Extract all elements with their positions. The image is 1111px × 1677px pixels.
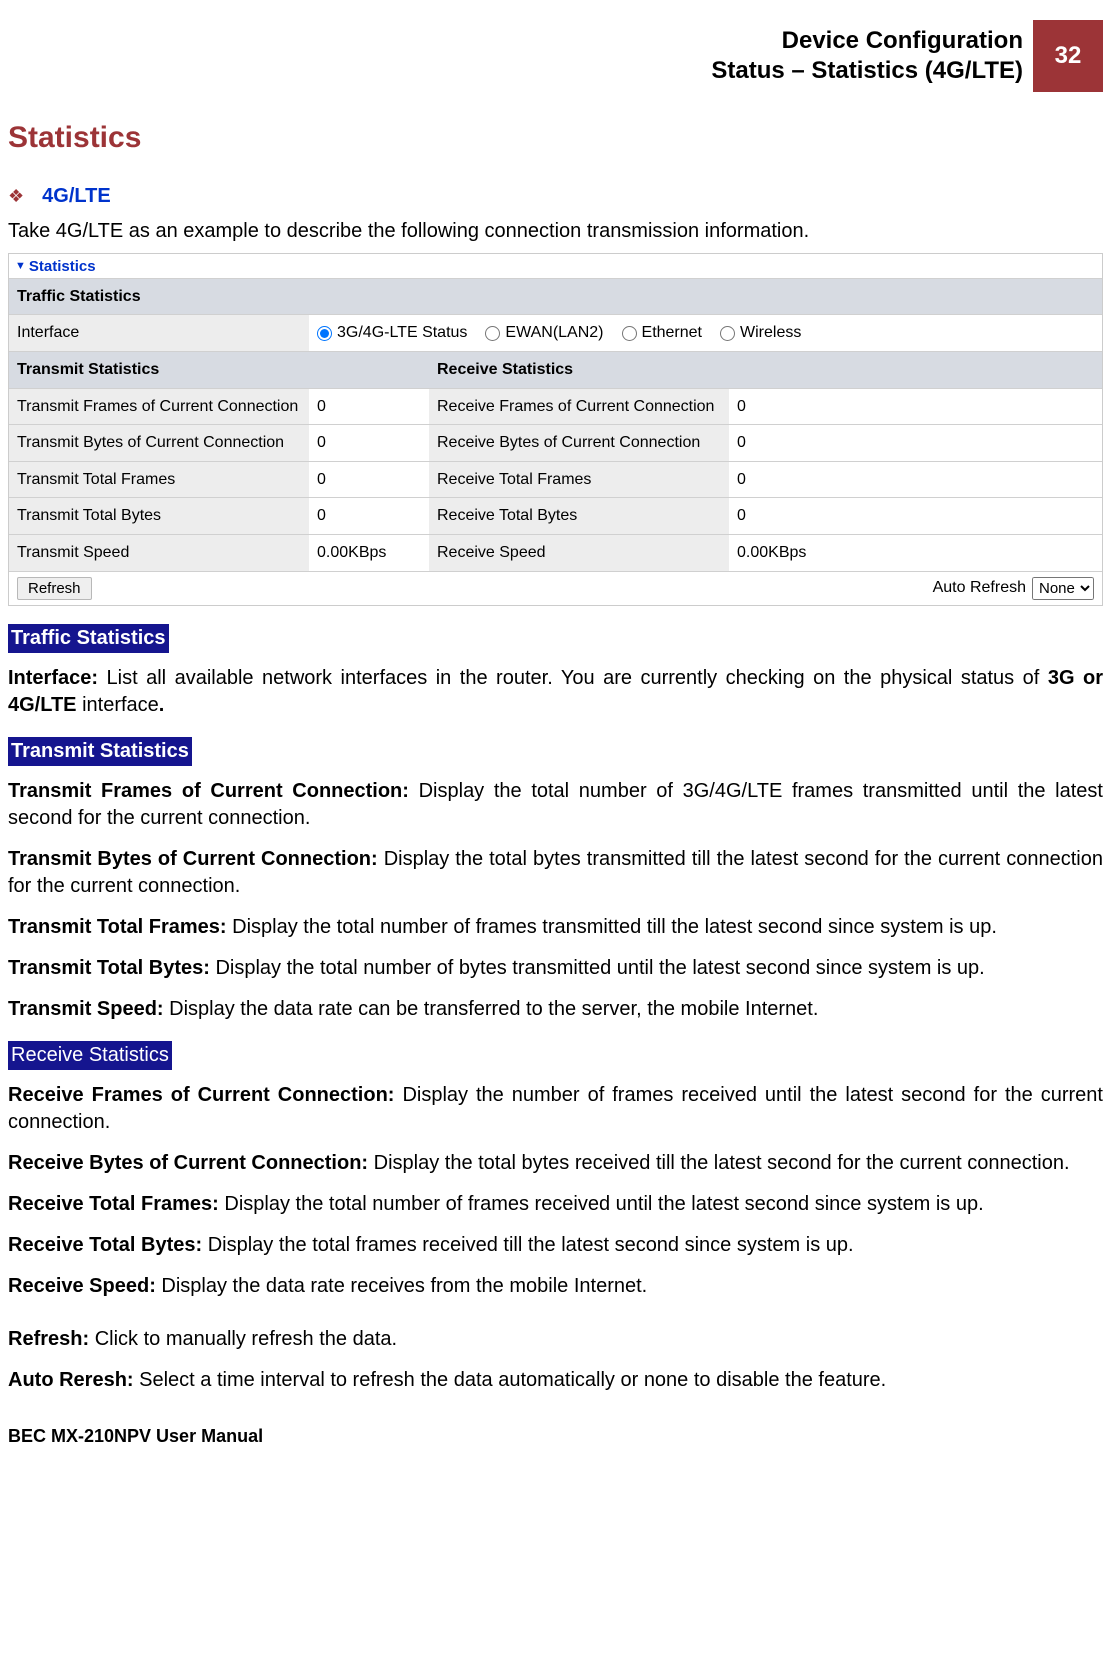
desc-refresh: Refresh: Click to manually refresh the d…: [8, 1326, 1103, 1353]
auto-refresh-label: Auto Refresh: [933, 577, 1026, 599]
table-label: Transmit Frames of Current Connection: [9, 388, 309, 425]
highlight-traffic-statistics: Traffic Statistics: [8, 624, 169, 653]
desc-receive-frames-current: Receive Frames of Current Connection: Di…: [8, 1082, 1103, 1136]
subsection-4glte-label: 4G/LTE: [42, 183, 111, 210]
receive-statistics-header: Receive Statistics: [429, 351, 1102, 388]
table-label: Receive Frames of Current Connection: [429, 388, 729, 425]
desc-transmit-total-frames: Transmit Total Frames: Display the total…: [8, 914, 1103, 941]
interface-radio-ewan[interactable]: EWAN(LAN2): [485, 322, 603, 344]
table-value: 0: [729, 425, 1102, 462]
statistics-panel: ▼ Statistics Traffic Statistics Interfac…: [8, 253, 1103, 606]
interface-radio-wireless-label: Wireless: [740, 322, 801, 344]
table-value: 0: [729, 388, 1102, 425]
desc-interface: Interface: List all available network in…: [8, 665, 1103, 719]
desc-receive-speed: Receive Speed: Display the data rate rec…: [8, 1273, 1103, 1300]
footer-manual-name: BEC MX-210NPV User Manual: [8, 1424, 1103, 1448]
header-line1: Device Configuration: [711, 26, 1023, 56]
interface-options-cell: 3G/4G-LTE Status EWAN(LAN2) Ethernet Wir…: [309, 315, 1102, 352]
intro-text: Take 4G/LTE as an example to describe th…: [8, 218, 1103, 245]
panel-heading-text: Statistics: [29, 257, 96, 277]
transmit-statistics-header: Transmit Statistics: [9, 351, 429, 388]
table-label: Receive Total Frames: [429, 461, 729, 498]
table-value: 0.00KBps: [729, 534, 1102, 570]
collapse-triangle-icon[interactable]: ▼: [15, 259, 26, 274]
desc-transmit-total-bytes: Transmit Total Bytes: Display the total …: [8, 955, 1103, 982]
interface-radio-wireless[interactable]: Wireless: [720, 322, 801, 344]
section-title-statistics: Statistics: [8, 118, 1103, 159]
diamond-bullet-icon: ❖: [8, 184, 24, 208]
interface-radio-3g4glte-label: 3G/4G-LTE Status: [337, 322, 467, 344]
table-value: 0: [309, 498, 429, 535]
description-section: Traffic Statistics Interface: List all a…: [8, 620, 1103, 1394]
interface-radio-ewan-input[interactable]: [485, 326, 500, 341]
table-value: 0: [309, 461, 429, 498]
table-value: 0: [309, 388, 429, 425]
auto-refresh-group: Auto Refresh None: [933, 577, 1094, 600]
interface-radio-3g4glte-input[interactable]: [317, 326, 332, 341]
auto-refresh-select[interactable]: None: [1032, 577, 1094, 600]
table-label: Receive Bytes of Current Connection: [429, 425, 729, 462]
desc-receive-total-frames: Receive Total Frames: Display the total …: [8, 1191, 1103, 1218]
table-label: Transmit Total Frames: [9, 461, 309, 498]
interface-radio-wireless-input[interactable]: [720, 326, 735, 341]
table-value: 0: [309, 425, 429, 462]
subsection-4glte: ❖ 4G/LTE: [8, 183, 1103, 210]
table-label: Receive Total Bytes: [429, 498, 729, 535]
desc-transmit-bytes-current: Transmit Bytes of Current Connection: Di…: [8, 846, 1103, 900]
table-label: Transmit Total Bytes: [9, 498, 309, 535]
table-value: 0.00KBps: [309, 534, 429, 570]
panel-heading: ▼ Statistics: [9, 254, 1102, 278]
header-line2: Status – Statistics (4G/LTE): [711, 56, 1023, 86]
interface-radio-ethernet[interactable]: Ethernet: [622, 322, 702, 344]
interface-radio-ewan-label: EWAN(LAN2): [505, 322, 603, 344]
desc-auto-refresh: Auto Reresh: Select a time interval to r…: [8, 1367, 1103, 1394]
desc-transmit-speed: Transmit Speed: Display the data rate ca…: [8, 996, 1103, 1023]
table-label: Transmit Bytes of Current Connection: [9, 425, 309, 462]
table-value: 0: [729, 498, 1102, 535]
highlight-transmit-statistics: Transmit Statistics: [8, 737, 192, 766]
header-text-block: Device Configuration Status – Statistics…: [711, 20, 1033, 92]
table-label: Receive Speed: [429, 534, 729, 570]
interface-label: Interface: [9, 315, 309, 352]
statistics-table: Traffic Statistics Interface 3G/4G-LTE S…: [9, 278, 1102, 571]
highlight-receive-statistics: Receive Statistics: [8, 1041, 172, 1070]
refresh-button[interactable]: Refresh: [17, 577, 92, 600]
desc-receive-total-bytes: Receive Total Bytes: Display the total f…: [8, 1232, 1103, 1259]
interface-radio-ethernet-label: Ethernet: [642, 322, 702, 344]
page-number: 32: [1033, 20, 1103, 92]
page-header: Device Configuration Status – Statistics…: [8, 20, 1103, 92]
panel-bottom-row: Refresh Auto Refresh None: [9, 571, 1102, 605]
traffic-statistics-header: Traffic Statistics: [9, 278, 1102, 315]
table-value: 0: [729, 461, 1102, 498]
desc-receive-bytes-current: Receive Bytes of Current Connection: Dis…: [8, 1150, 1103, 1177]
interface-radio-ethernet-input[interactable]: [622, 326, 637, 341]
table-label: Transmit Speed: [9, 534, 309, 570]
interface-radio-3g4glte[interactable]: 3G/4G-LTE Status: [317, 322, 467, 344]
desc-transmit-frames-current: Transmit Frames of Current Connection: D…: [8, 778, 1103, 832]
